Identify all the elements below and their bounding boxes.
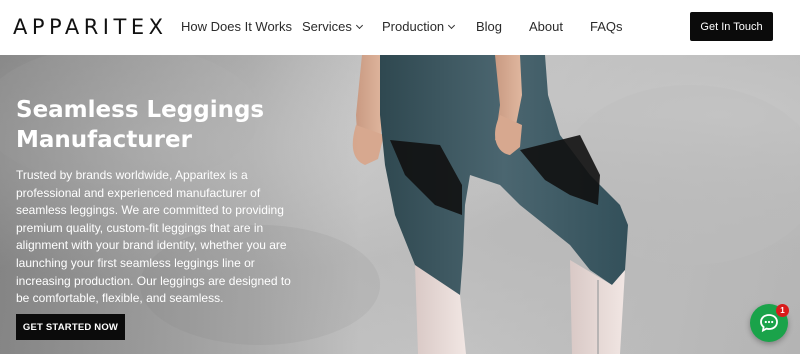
- nav-blog[interactable]: Blog: [476, 19, 502, 35]
- nav-services-label: Services: [302, 19, 352, 34]
- nav-about[interactable]: About: [529, 19, 563, 35]
- get-in-touch-button[interactable]: Get In Touch: [690, 12, 773, 41]
- nav-faqs[interactable]: FAQs: [590, 19, 623, 35]
- nav-faqs-label: FAQs: [590, 19, 623, 34]
- nav-blog-label: Blog: [476, 19, 503, 34]
- nav-production-label: Production: [382, 19, 445, 34]
- brand-logo[interactable]: APPARITEX: [13, 14, 167, 40]
- nav-services[interactable]: Services: [302, 19, 363, 35]
- chevron-down-icon: [448, 21, 456, 30]
- nav-how-it-works-label: How Does It Works: [181, 19, 293, 34]
- nav-about-label: About: [529, 19, 563, 34]
- chat-bubble-icon: [760, 314, 778, 333]
- nav-how-it-works[interactable]: How Does It Works: [181, 19, 292, 35]
- chat-notification-badge: 1: [776, 304, 789, 317]
- site-header: APPARITEX How Does It Works Services Pro…: [0, 0, 800, 55]
- hero-title: Seamless Leggings Manufacturer: [16, 97, 265, 153]
- hero-section: Seamless Leggings Manufacturer Trusted b…: [0, 55, 800, 354]
- chevron-down-icon: [355, 21, 363, 30]
- get-started-button[interactable]: GET STARTED NOW: [16, 314, 125, 340]
- hero-description: Trusted by brands worldwide, Apparitex i…: [16, 168, 291, 306]
- nav-production[interactable]: Production: [382, 19, 456, 35]
